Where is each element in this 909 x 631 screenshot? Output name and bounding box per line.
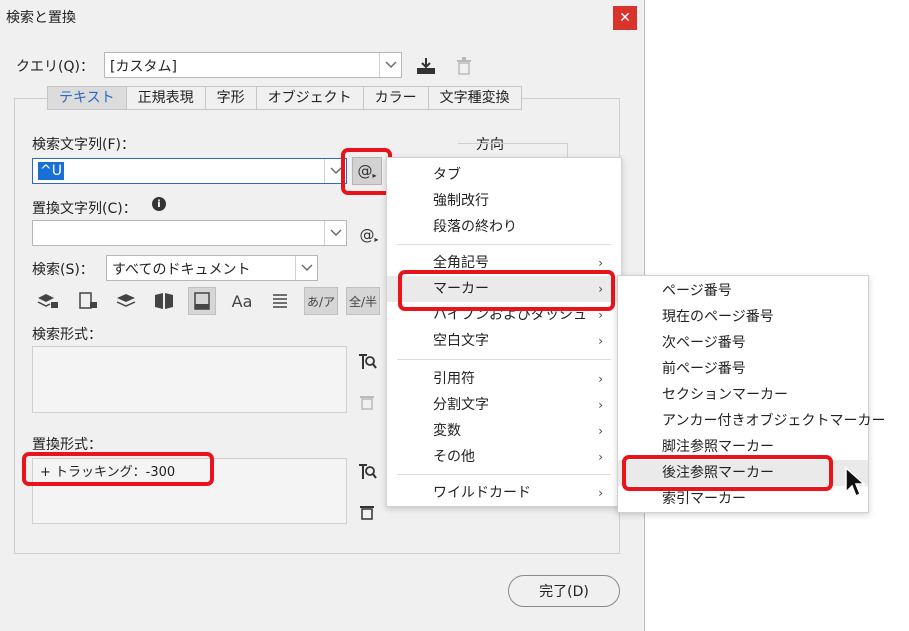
menu-item-quotation-marks[interactable]: 引用符 › xyxy=(387,366,621,392)
find-what-label: 検索文字列(F)： xyxy=(32,137,135,153)
submenu-item-anchored-object-marker[interactable]: アンカー付きオブジェクトマーカー xyxy=(618,408,885,434)
save-query-button[interactable] xyxy=(414,54,438,78)
include-footnotes-button[interactable] xyxy=(188,287,216,315)
chevron-right-icon: › xyxy=(598,424,603,438)
specify-find-format-button[interactable] xyxy=(355,350,379,374)
footnote-icon xyxy=(194,292,210,310)
save-icon xyxy=(417,58,435,74)
include-locked-layers-button[interactable] xyxy=(34,287,62,315)
whole-word-button[interactable] xyxy=(266,287,294,315)
query-value: [カスタム] xyxy=(110,59,177,75)
menu-item-break-character[interactable]: 分割文字 › xyxy=(387,392,621,418)
tab-glyph[interactable]: 字形 xyxy=(205,86,257,110)
chevron-right-icon: › xyxy=(598,450,603,464)
change-format-label: 置換形式： xyxy=(32,437,102,453)
clear-find-format-button[interactable] xyxy=(355,390,379,414)
highlight-find-special xyxy=(341,148,392,195)
menu-item-variable[interactable]: 変数 › xyxy=(387,418,621,444)
kana-sensitive-label: あ/ア xyxy=(306,294,336,309)
close-button[interactable]: ✕ xyxy=(613,6,637,30)
dialog-title: 検索と置換 xyxy=(6,10,76,26)
layers-icon xyxy=(116,294,136,307)
menu-separator xyxy=(397,474,611,475)
submenu-item-section-marker[interactable]: セクションマーカー xyxy=(618,382,868,408)
chevron-right-icon: › xyxy=(598,398,603,412)
format-search-icon xyxy=(359,464,377,479)
close-icon: ✕ xyxy=(619,10,631,26)
title-bar: 検索と置換 ✕ xyxy=(0,0,645,34)
chevron-down-icon xyxy=(324,221,346,245)
menu-item-end-of-paragraph[interactable]: 段落の終わり xyxy=(387,214,621,240)
info-icon[interactable]: i xyxy=(152,197,166,211)
tab-text[interactable]: テキスト xyxy=(47,86,127,110)
find-format-label: 検索形式： xyxy=(32,327,102,343)
trash-icon xyxy=(457,57,471,75)
chevron-down-icon xyxy=(295,256,317,280)
submenu-item-current-page-number[interactable]: 現在のページ番号 xyxy=(618,304,868,330)
clear-change-format-button[interactable] xyxy=(355,500,379,524)
submenu-item-next-page-number[interactable]: 次ページ番号 xyxy=(618,330,868,356)
search-scope-select[interactable]: すべてのドキュメント xyxy=(106,255,318,281)
find-what-value: ^U xyxy=(38,162,64,180)
include-locked-stories-button[interactable] xyxy=(74,287,102,315)
search-scope-value: すべてのドキュメント xyxy=(112,262,251,278)
menu-separator xyxy=(397,244,611,245)
case-sensitive-label: Aa xyxy=(231,291,253,311)
query-select[interactable]: [カスタム] xyxy=(104,52,402,78)
case-sensitive-button[interactable]: Aa xyxy=(228,287,256,315)
tab-grep[interactable]: 正規表現 xyxy=(126,86,206,110)
direction-group xyxy=(458,143,568,157)
menu-separator xyxy=(397,359,611,360)
menu-item-white-space[interactable]: 空白文字 › xyxy=(387,328,621,354)
find-what-input[interactable]: ^U xyxy=(32,158,347,184)
specify-change-format-button[interactable] xyxy=(355,460,379,484)
find-format-box[interactable] xyxy=(32,346,347,413)
menu-item-tab[interactable]: タブ xyxy=(387,162,621,188)
tab-transliterate[interactable]: 文字種変換 xyxy=(428,86,522,110)
locked-layers-icon xyxy=(37,294,58,308)
at-icon: @ xyxy=(359,226,375,244)
chevron-down-icon xyxy=(379,53,401,77)
format-search-icon xyxy=(359,354,377,369)
chevron-right-icon: › xyxy=(598,486,603,500)
menu-item-other[interactable]: その他 › xyxy=(387,444,621,470)
mouse-cursor-icon xyxy=(845,466,866,498)
change-to-label: 置換文字列(C)： xyxy=(32,201,137,217)
tab-object[interactable]: オブジェクト xyxy=(256,86,364,110)
special-characters-menu: タブ 強制改行 段落の終わり 全角記号 › マーカー › ハイフンおよびダッシュ › … xyxy=(386,157,622,507)
master-pages-icon xyxy=(155,293,173,309)
whole-word-icon xyxy=(273,294,287,308)
tab-color[interactable]: カラー xyxy=(363,86,429,110)
trash-icon xyxy=(360,506,374,520)
chevron-right-icon: › xyxy=(598,372,603,386)
include-hidden-layers-button[interactable] xyxy=(112,287,140,315)
kana-sensitive-button[interactable]: あ/ア xyxy=(304,287,338,315)
query-label: クエリ(Q)： xyxy=(16,59,94,75)
include-master-pages-button[interactable] xyxy=(150,287,178,315)
width-sensitive-button[interactable]: 全/半 xyxy=(346,287,380,315)
width-sensitive-label: 全/半 xyxy=(348,294,378,309)
chevron-right-icon: › xyxy=(598,334,603,348)
highlight-markers-item xyxy=(398,270,615,311)
menu-item-wildcards[interactable]: ワイルドカード › xyxy=(387,480,621,506)
change-special-chars-button[interactable]: @ ▸ xyxy=(356,222,382,248)
highlight-endnote-item xyxy=(622,455,833,491)
menu-item-forced-line-break[interactable]: 強制改行 xyxy=(387,188,621,214)
done-button[interactable]: 完了(D) xyxy=(508,575,620,607)
locked-story-icon xyxy=(79,292,97,309)
trash-icon xyxy=(360,396,374,410)
tab-bar: テキスト 正規表現 字形 オブジェクト カラー 文字種変換 xyxy=(47,86,522,110)
highlight-change-format xyxy=(22,452,214,486)
search-scope-label: 検索(S)： xyxy=(32,262,94,278)
submenu-item-previous-page-number[interactable]: 前ページ番号 xyxy=(618,356,868,382)
change-to-input[interactable] xyxy=(32,220,347,246)
delete-query-button[interactable] xyxy=(452,54,476,78)
submenu-item-page-number[interactable]: ページ番号 xyxy=(618,278,868,304)
